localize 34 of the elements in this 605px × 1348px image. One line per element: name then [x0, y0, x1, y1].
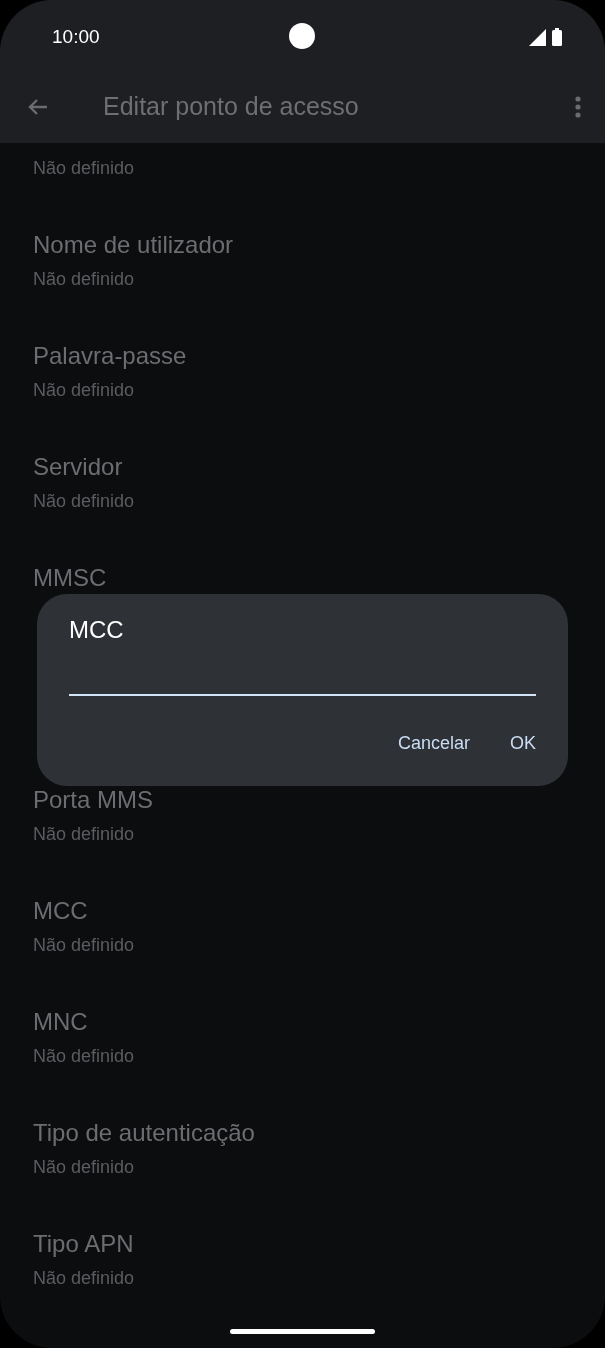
- settings-item[interactable]: Palavra-passe Não definido: [0, 311, 605, 422]
- screen-title: Editar ponto de acesso: [103, 90, 360, 122]
- item-value: Não definido: [33, 1156, 136, 1179]
- item-title: Servidor: [33, 453, 124, 481]
- dialog-button[interactable]: OK: [498, 722, 548, 765]
- item-title: Nome de utilizador: [33, 231, 235, 259]
- settings-item[interactable]: Nome de utilizador Não definido: [0, 200, 605, 311]
- more-options-icon[interactable]: [575, 95, 581, 118]
- item-value: Não definido: [33, 490, 136, 513]
- settings-item[interactable]: Servidor Não definido: [0, 422, 605, 533]
- dialog-title: MCC: [69, 615, 125, 645]
- item-title: MNC: [33, 1008, 89, 1036]
- item-value: Não definido: [33, 1045, 136, 1068]
- camera-cutout-icon: [289, 23, 315, 49]
- item-title: Tipo de autenticação: [33, 1119, 256, 1147]
- dialog-button[interactable]: Cancelar: [385, 722, 482, 765]
- battery-icon: [552, 28, 562, 46]
- settings-item[interactable]: Não definido: [0, 143, 605, 200]
- settings-item[interactable]: MCC Não definido: [0, 866, 605, 977]
- item-value: Não definido: [33, 157, 136, 180]
- item-value: Não definido: [33, 1267, 136, 1290]
- item-title: Porta MMS: [33, 786, 155, 814]
- item-title: Palavra-passe: [33, 342, 188, 370]
- settings-item[interactable]: Tipo APN Não definido: [0, 1199, 605, 1310]
- clock: 10:00: [52, 24, 100, 49]
- item-value: Não definido: [33, 934, 136, 957]
- settings-item[interactable]: MNC Não definido: [0, 977, 605, 1088]
- signal-icon: [529, 28, 546, 46]
- settings-item[interactable]: Tipo de autenticação Não definido: [0, 1088, 605, 1199]
- item-value: Não definido: [33, 268, 136, 291]
- item-value: Não definido: [33, 823, 136, 846]
- item-title: MCC: [33, 897, 89, 925]
- item-title: Tipo APN: [33, 1230, 135, 1258]
- item-value: Não definido: [33, 379, 136, 402]
